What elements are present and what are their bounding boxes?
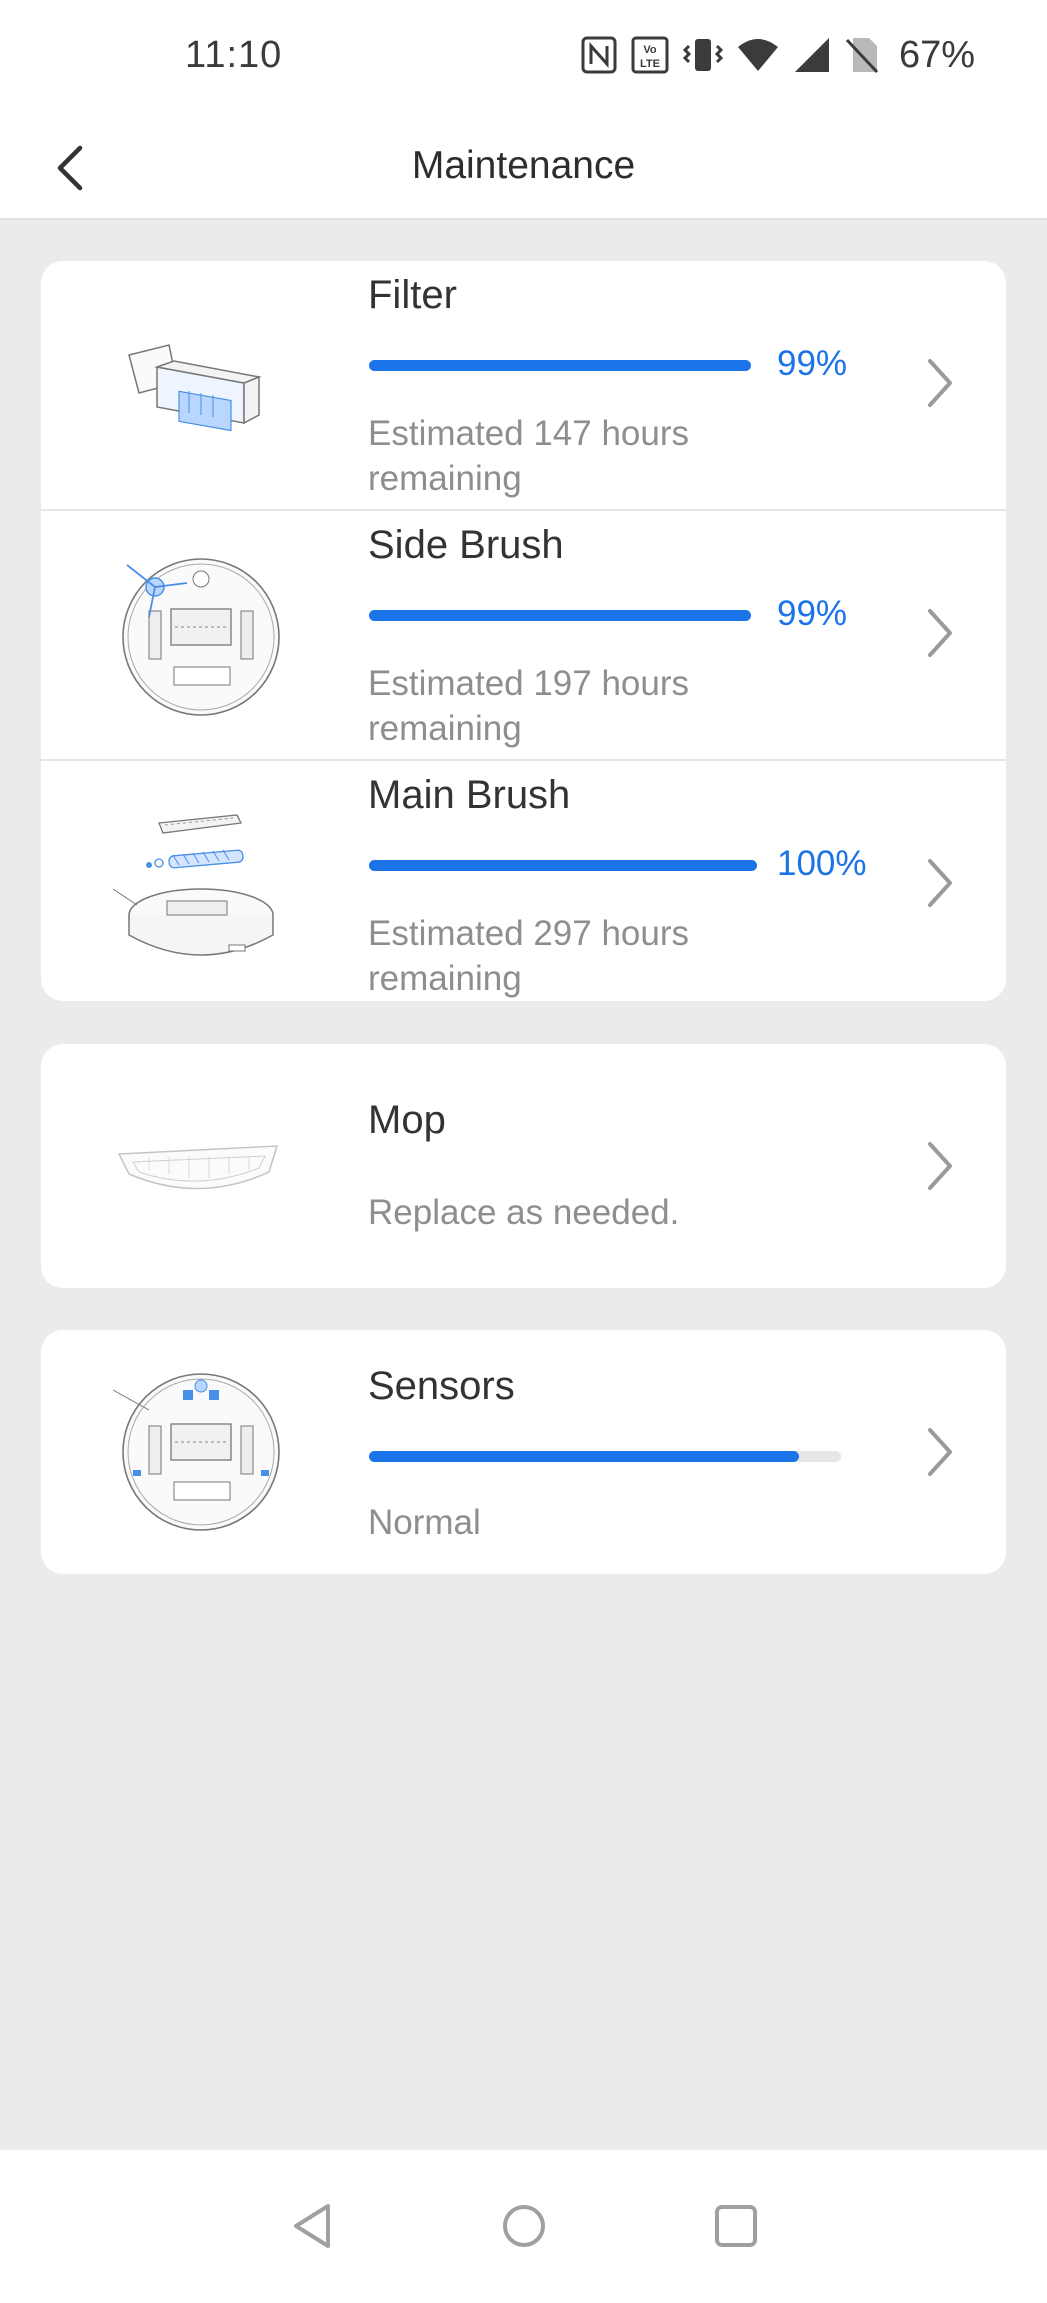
- progress-fill: [369, 860, 757, 871]
- nav-back-icon: [294, 2204, 330, 2248]
- progress-bar: [369, 360, 755, 371]
- progress-bar: [369, 610, 755, 621]
- side-brush-illustration: [122, 558, 280, 716]
- progress-percent: 99%: [777, 594, 848, 633]
- chevron-right-icon: [920, 855, 960, 911]
- chevron-right-icon: [920, 605, 960, 661]
- svg-text:Vo: Vo: [643, 44, 657, 56]
- nav-recents-button[interactable]: [704, 2194, 768, 2258]
- system-nav-bar: [0, 2150, 1047, 2303]
- nav-back-button[interactable]: [280, 2194, 344, 2258]
- page-title: Maintenance: [411, 144, 636, 187]
- sensors-illustration: [112, 1373, 280, 1531]
- item-name: Mop: [368, 1098, 446, 1142]
- status-time: 11:10: [185, 34, 283, 76]
- mop-illustration: [117, 1145, 279, 1190]
- list-item-side-brush[interactable]: Side Brush 99% Estimated 197 hours remai…: [41, 509, 1006, 759]
- list-item-sensors[interactable]: Sensors Normal: [41, 1330, 1006, 1574]
- chevron-right-icon: [920, 1138, 960, 1194]
- chevron-right-icon: [920, 1424, 960, 1480]
- item-name: Main Brush: [368, 773, 571, 817]
- signal-icon: [794, 38, 829, 72]
- progress-fill: [369, 1451, 799, 1462]
- progress-percent: 99%: [777, 344, 848, 383]
- main-brush-illustration: [112, 814, 274, 956]
- svg-text:LTE: LTE: [640, 58, 660, 70]
- progress-bar: [369, 1451, 841, 1462]
- nfc-icon: [581, 36, 617, 74]
- no-sim-icon: [845, 38, 879, 74]
- progress-fill: [369, 610, 752, 621]
- progress-fill: [369, 360, 752, 371]
- vibrate-icon: [682, 39, 723, 71]
- item-description: Estimated 147 hours remaining: [368, 414, 690, 498]
- list-item-filter[interactable]: Filter 99% Estimated 147 hours remaining: [41, 261, 1006, 509]
- list-item-main-brush[interactable]: Main Brush 100% Estimated 297 hours rema…: [41, 759, 1006, 1001]
- nav-home-button[interactable]: [492, 2194, 556, 2258]
- item-description: Replace as needed.: [368, 1193, 680, 1232]
- item-name: Filter: [368, 273, 457, 317]
- progress-percent: 100%: [777, 844, 867, 883]
- item-description: Normal: [368, 1503, 481, 1542]
- nav-home-icon: [503, 2205, 545, 2247]
- progress-bar: [369, 860, 757, 871]
- battery-percent: 67%: [898, 33, 975, 76]
- nav-recents-icon: [715, 2205, 757, 2247]
- chevron-right-icon: [920, 355, 960, 411]
- item-name: Sensors: [368, 1364, 515, 1408]
- mop-card: Mop Replace as needed.: [41, 1044, 1006, 1288]
- list-item-mop[interactable]: Mop Replace as needed.: [41, 1044, 1006, 1288]
- sensors-card: Sensors Normal: [41, 1330, 1006, 1574]
- status-icons: Vo LTE 67%: [581, 30, 975, 80]
- volte-icon: Vo LTE: [631, 36, 669, 74]
- item-description: Estimated 297 hours remaining: [368, 914, 690, 998]
- item-description: Estimated 197 hours remaining: [368, 664, 690, 748]
- consumables-card: Filter 99% Estimated 147 hours remaining…: [41, 261, 1006, 1001]
- app-bar: Maintenance: [0, 118, 1047, 220]
- wifi-icon: [737, 39, 778, 71]
- item-name: Side Brush: [368, 523, 564, 567]
- filter-illustration: [128, 344, 262, 432]
- status-bar: 11:10 Vo LTE 67%: [0, 0, 1047, 118]
